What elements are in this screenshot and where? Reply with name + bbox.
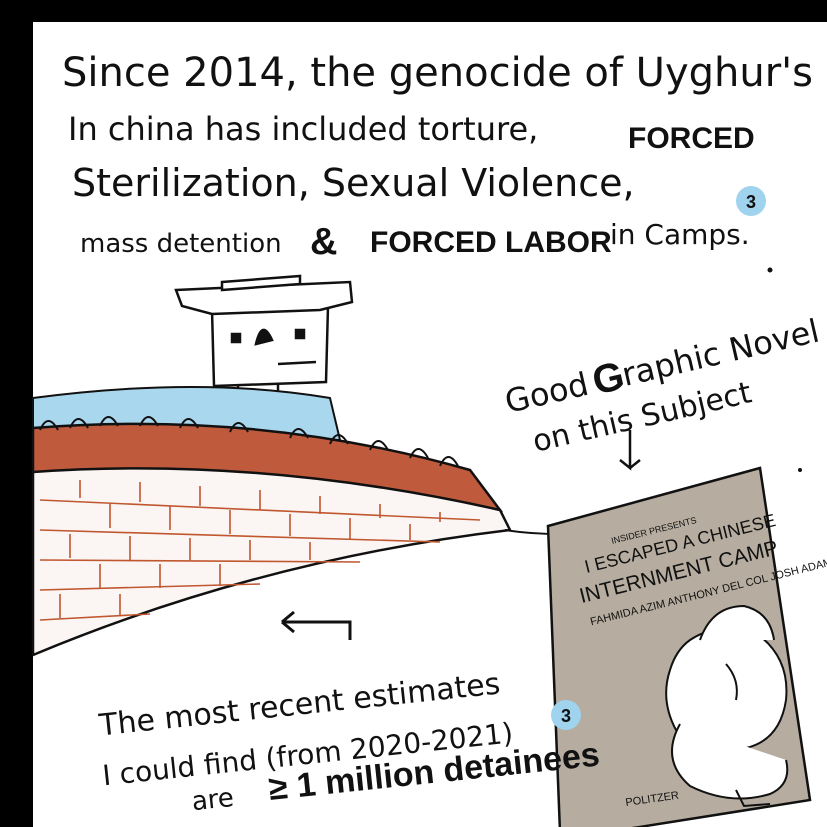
comic-panel: Since 2014, the genocide of Uyghur's In … bbox=[31, 22, 827, 827]
caption-line-2: In china has included torture, bbox=[68, 110, 538, 148]
caption-ampersand: & bbox=[310, 221, 337, 263]
speck bbox=[798, 468, 802, 472]
citation-badge-bottom: 3 bbox=[551, 700, 581, 730]
caption-line-1: Since 2014, the genocide of Uyghur's bbox=[62, 50, 813, 96]
citation-number: 3 bbox=[746, 192, 756, 212]
citation-badge-top: 3 bbox=[736, 186, 766, 216]
citation-number: 3 bbox=[561, 706, 571, 726]
speck bbox=[767, 267, 773, 273]
estimate-line-3-a: are bbox=[190, 783, 235, 817]
caption-line-2-caps: FORCED bbox=[628, 122, 755, 155]
caption-line-3: Sterilization, Sexual Violence, bbox=[72, 161, 635, 205]
caption-line-4-b: in Camps. bbox=[610, 218, 750, 251]
caption-line-4-a: mass detention bbox=[80, 229, 282, 259]
caption-line-4-caps: FORCED LABOR bbox=[370, 226, 612, 259]
